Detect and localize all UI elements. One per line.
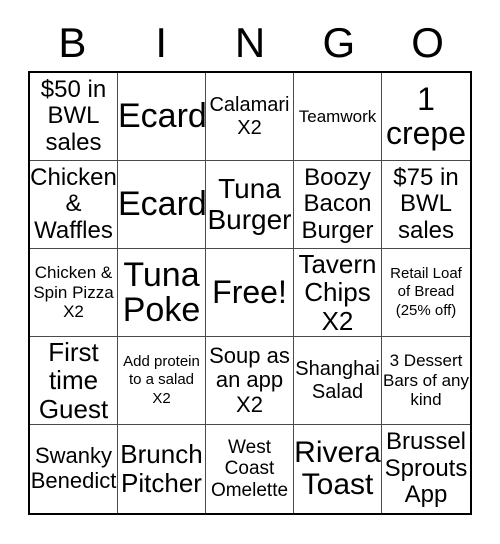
bingo-cell-label: Add protein to a salad X2: [123, 353, 200, 407]
bingo-cell-label: Rivera Toast: [294, 436, 381, 501]
bingo-cell-label: Tuna Poke: [122, 255, 201, 329]
bingo-cell-label: Free!: [212, 273, 287, 310]
bingo-grid: $50 in BWL sales Ecard Calamari X2 Teamw…: [28, 71, 472, 515]
bingo-cell-label: Chicken & Spin Pizza X2: [33, 263, 114, 322]
bingo-cell[interactable]: $50 in BWL sales: [30, 73, 118, 161]
bingo-header-row: B I N G O: [28, 14, 472, 71]
bingo-cell-label: Calamari X2: [209, 93, 290, 139]
bingo-cell-label: $50 in BWL sales: [40, 75, 107, 156]
bingo-cell-label: Teamwork: [298, 106, 377, 126]
bingo-cell-label: Swanky Benedict: [30, 443, 117, 493]
bingo-cell[interactable]: 1 crepe: [382, 73, 470, 161]
bingo-cell[interactable]: Brussel Sprouts App: [382, 425, 470, 513]
bingo-cell[interactable]: Soup as an app X2: [206, 337, 294, 425]
bingo-cell-label: Tuna Burger: [207, 173, 292, 235]
bingo-cell-label: Boozy Bacon Burger: [301, 163, 374, 244]
bingo-cell[interactable]: 3 Dessert Bars of any kind: [382, 337, 470, 425]
bingo-cell-label: Ecard: [118, 97, 206, 136]
bingo-cell[interactable]: Tuna Burger: [206, 161, 294, 249]
bingo-cell[interactable]: Shanghai Salad: [294, 337, 382, 425]
bingo-cell-label: Brussel Sprouts App: [384, 428, 468, 509]
bingo-cell[interactable]: Ecard: [118, 161, 206, 249]
bingo-cell-free-space[interactable]: Free!: [206, 249, 294, 337]
bingo-cell-label: Shanghai Salad: [295, 357, 380, 403]
bingo-header-letter-i: I: [155, 18, 168, 66]
bingo-header-letter-g: G: [322, 18, 356, 66]
bingo-cell-label: Soup as an app X2: [209, 342, 290, 417]
bingo-cell[interactable]: $75 in BWL sales: [382, 161, 470, 249]
bingo-cell-label: Ecard: [118, 185, 206, 224]
bingo-cell[interactable]: Chicken & Spin Pizza X2: [30, 249, 118, 337]
bingo-cell-label: Brunch Pitcher: [120, 439, 203, 498]
bingo-cell[interactable]: Chicken & Waffles: [30, 161, 118, 249]
bingo-header-letter-n: N: [234, 18, 266, 66]
bingo-cell-label: Tavern Chips X2: [298, 249, 377, 336]
bingo-cell[interactable]: Ecard: [118, 73, 206, 161]
bingo-header-letter-o: O: [411, 18, 444, 66]
bingo-cell[interactable]: Tuna Poke: [118, 249, 206, 337]
bingo-cell[interactable]: Retail Loaf of Bread (25% off): [382, 249, 470, 337]
bingo-cell[interactable]: Teamwork: [294, 73, 382, 161]
bingo-cell[interactable]: Brunch Pitcher: [118, 425, 206, 513]
bingo-cell[interactable]: Add protein to a salad X2: [118, 337, 206, 425]
bingo-cell-label: West Coast Omelette: [210, 436, 289, 501]
bingo-card: B I N G O $50 in BWL sales Ecard Calamar…: [0, 0, 500, 544]
bingo-cell[interactable]: Tavern Chips X2: [294, 249, 382, 337]
bingo-cell[interactable]: Swanky Benedict: [30, 425, 118, 513]
bingo-cell-label: 1 crepe: [385, 81, 467, 151]
bingo-cell-label: First time Guest: [38, 337, 109, 424]
bingo-cell[interactable]: West Coast Omelette: [206, 425, 294, 513]
bingo-header-letter-b: B: [58, 18, 87, 66]
bingo-cell-label: Chicken & Waffles: [30, 163, 117, 244]
bingo-cell[interactable]: Rivera Toast: [294, 425, 382, 513]
bingo-cell-label: 3 Dessert Bars of any kind: [383, 351, 469, 410]
bingo-cell[interactable]: Boozy Bacon Burger: [294, 161, 382, 249]
bingo-cell[interactable]: Calamari X2: [206, 73, 294, 161]
bingo-cell-label: Retail Loaf of Bread (25% off): [390, 265, 462, 319]
bingo-cell-label: $75 in BWL sales: [393, 163, 459, 244]
bingo-cell[interactable]: First time Guest: [30, 337, 118, 425]
